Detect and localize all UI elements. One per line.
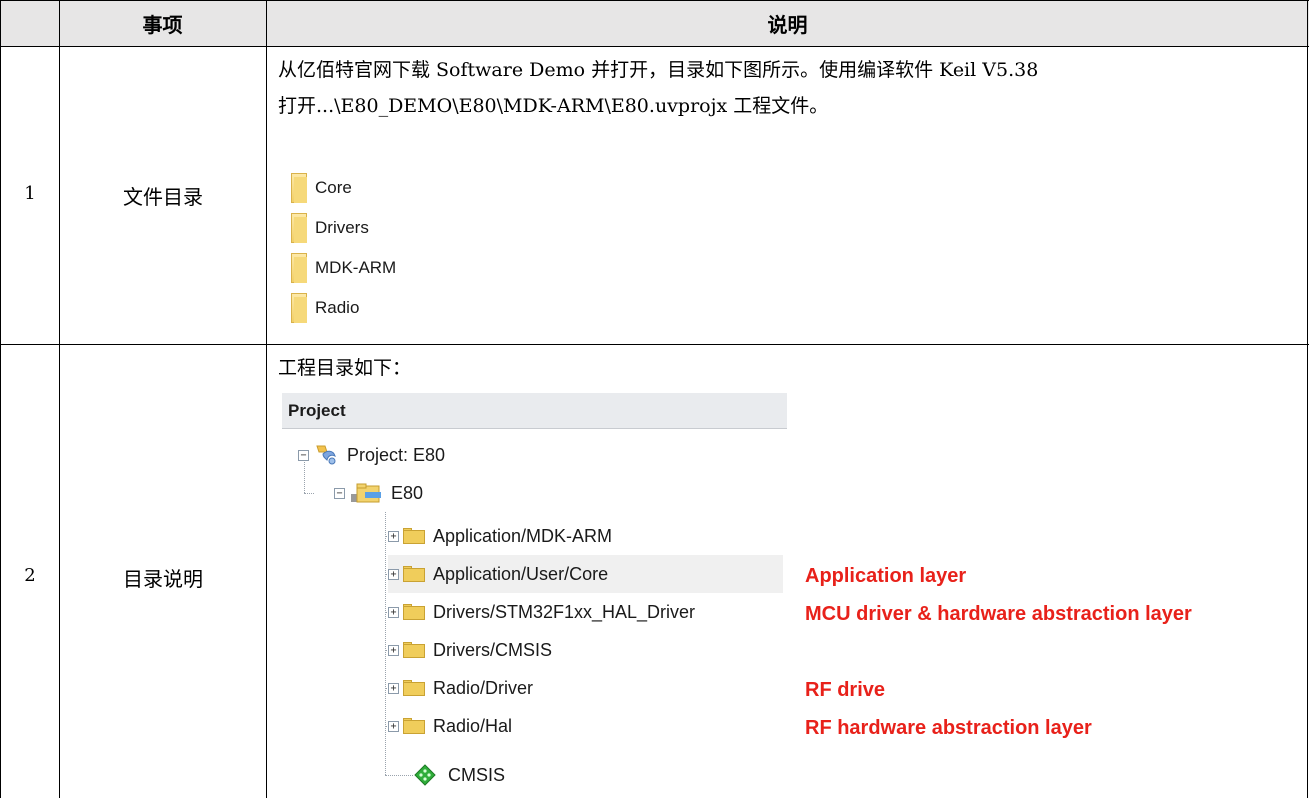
tree-line [304, 493, 314, 494]
border-top [0, 0, 1309, 1]
header-description: 说明 [767, 12, 808, 37]
tree-group-label: Application/User/Core [433, 563, 609, 584]
divider-col1 [59, 0, 60, 798]
collapse-icon[interactable]: − [298, 449, 309, 461]
row1-description: 从亿佰特官网下载 Software Demo 并打开，目录如下图所示。使用编译软… [278, 52, 1038, 124]
tree-group-label: Drivers/CMSIS [433, 639, 553, 660]
project-panel-title: Project [282, 393, 787, 429]
folder-label: Core [315, 178, 352, 197]
tree-root-label: Project: E80 [347, 444, 446, 465]
folder-label: Radio [315, 298, 360, 317]
tree-group-label: Radio/Hal [433, 715, 513, 736]
folder-icon [403, 642, 425, 658]
row1-item: 文件目录 [123, 185, 203, 209]
tree-group-row[interactable]: + Application/MDK-ARM [388, 517, 612, 555]
target-icon [351, 483, 381, 503]
annotation-application: Application layer [805, 565, 967, 587]
divider-row1 [0, 344, 1309, 345]
tree-group-row[interactable]: + Radio/Driver [388, 669, 533, 707]
folder-item[interactable]: Radio [291, 288, 396, 328]
tree-component-row[interactable]: CMSIS [414, 756, 505, 794]
folder-icon [291, 253, 307, 283]
expand-icon[interactable]: + [388, 606, 399, 618]
tree-group-label: Application/MDK-ARM [433, 525, 613, 546]
folder-icon [403, 604, 425, 620]
tree-target-label: E80 [391, 482, 424, 503]
cmsis-component-icon [414, 764, 436, 786]
project-panel: Project − Project: E80 − E80 + Applicati… [282, 393, 787, 798]
expand-icon[interactable]: + [388, 530, 399, 542]
expand-icon[interactable]: + [388, 568, 399, 580]
border-right [1307, 0, 1308, 798]
tree-root-row[interactable]: − Project: E80 [298, 436, 445, 474]
row2-description: 工程目录如下： [278, 357, 412, 379]
tree-target-row[interactable]: − E80 [334, 474, 423, 512]
document-table: 事项 说明 1 文件目录 从亿佰特官网下载 Software Demo 并打开，… [0, 0, 1309, 798]
tree-group-row[interactable]: + Drivers/STM32F1xx_HAL_Driver [388, 593, 695, 631]
tree-line [385, 775, 413, 776]
divider-header [0, 46, 1309, 47]
folder-label: Drivers [315, 218, 369, 237]
tree-group-row[interactable]: + Radio/Hal [388, 707, 512, 745]
divider-col2 [266, 0, 267, 798]
folder-icon [403, 680, 425, 696]
expand-icon[interactable]: + [388, 720, 399, 732]
collapse-icon[interactable]: − [334, 487, 345, 499]
header-item: 事项 [142, 12, 183, 37]
expand-icon[interactable]: + [388, 644, 399, 656]
row1-number: 1 [24, 183, 36, 204]
annotation-rf-drive: RF drive [805, 679, 886, 701]
folder-icon [291, 173, 307, 203]
folder-icon [403, 528, 425, 544]
folder-item[interactable]: Core [291, 168, 396, 208]
row2-item: 目录说明 [123, 567, 203, 591]
expand-icon[interactable]: + [388, 682, 399, 694]
row2-number: 2 [24, 565, 36, 586]
tree-group-label: Radio/Driver [433, 677, 534, 698]
row1-desc-line1: 从亿佰特官网下载 Software Demo 并打开，目录如下图所示。使用编译软… [278, 59, 1039, 81]
annotation-mcu-driver: MCU driver & hardware abstraction layer [805, 603, 1192, 625]
folder-icon [291, 293, 307, 323]
project-icon [316, 445, 336, 465]
folder-icon [403, 566, 425, 582]
border-left [0, 0, 1, 798]
tree-group-row-selected[interactable]: + Application/User/Core [388, 555, 783, 593]
folder-label: MDK-ARM [315, 258, 397, 277]
tree-component-label: CMSIS [448, 764, 506, 785]
folder-item[interactable]: Drivers [291, 208, 396, 248]
tree-line [385, 512, 386, 775]
tree-group-label: Drivers/STM32F1xx_HAL_Driver [433, 601, 696, 622]
annotation-rf-hal: RF hardware abstraction layer [805, 717, 1092, 739]
folder-icon [403, 718, 425, 734]
folder-list: Core Drivers MDK-ARM Radio [291, 168, 396, 328]
folder-icon [291, 213, 307, 243]
row1-desc-line2: 打开...\E80_DEMO\E80\MDK-ARM\E80.uvprojx 工… [278, 95, 829, 117]
folder-item[interactable]: MDK-ARM [291, 248, 396, 288]
tree-group-row[interactable]: + Drivers/CMSIS [388, 631, 552, 669]
